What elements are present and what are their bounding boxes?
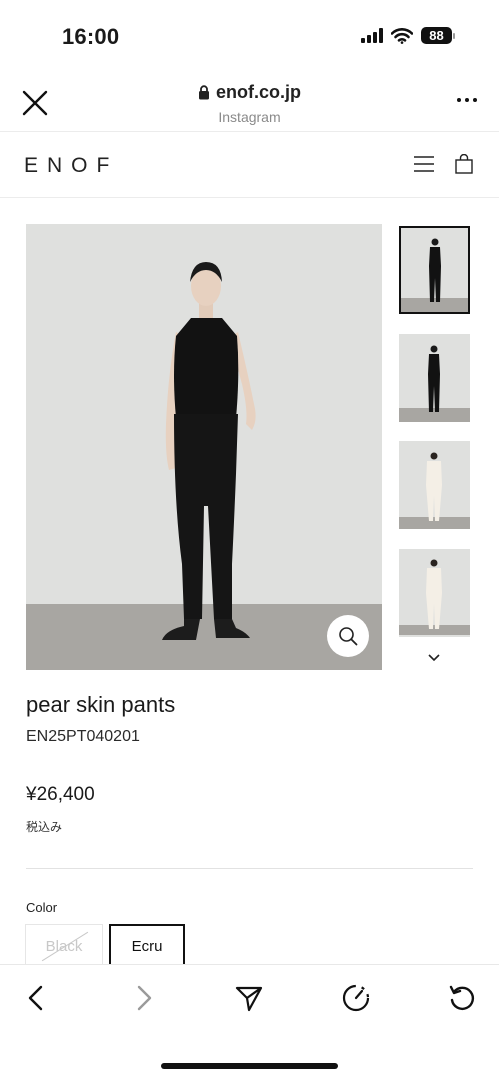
thumbnail-4[interactable]	[399, 549, 470, 637]
product-photo	[26, 224, 382, 670]
browser-header: enof.co.jp Instagram	[0, 72, 499, 132]
thumbnail-2[interactable]	[399, 334, 470, 422]
color-option-black[interactable]: Black	[25, 924, 103, 968]
more-icon[interactable]	[457, 98, 477, 102]
color-option-ecru[interactable]: Ecru	[109, 924, 185, 968]
tax-note: 税込み	[26, 820, 63, 834]
chevron-down-icon[interactable]	[426, 652, 442, 664]
color-option-label: Ecru	[131, 937, 163, 955]
divider	[26, 868, 473, 869]
color-label: Color	[26, 900, 58, 915]
forward-icon[interactable]	[128, 983, 158, 1013]
reload-icon[interactable]	[447, 983, 477, 1013]
menu-icon[interactable]	[414, 156, 434, 172]
lock-icon	[199, 85, 209, 100]
product-price: ¥26,400	[26, 784, 95, 805]
thumbnail-image	[399, 549, 470, 635]
bag-icon[interactable]	[455, 154, 473, 174]
battery-level: 88	[421, 27, 452, 44]
main-product-image[interactable]	[26, 224, 382, 670]
thumbnail-image	[399, 334, 470, 422]
thumbnail-3[interactable]	[399, 441, 470, 529]
back-icon[interactable]	[22, 983, 52, 1013]
battery-icon: 88	[421, 27, 455, 44]
color-option-label: Black	[45, 937, 83, 955]
url-source: Instagram	[218, 109, 281, 125]
zoom-button[interactable]	[327, 615, 369, 657]
url-block[interactable]: enof.co.jp Instagram	[0, 82, 499, 125]
thumbnail-image	[399, 441, 470, 529]
status-icons: 88	[361, 27, 455, 44]
site-header: ENOF	[0, 132, 499, 198]
url-text: enof.co.jp	[216, 82, 301, 102]
speed-icon[interactable]	[341, 983, 371, 1013]
status-bar: 16:00 88	[0, 0, 499, 72]
site-logo[interactable]: ENOF	[24, 154, 118, 178]
thumbnail-1[interactable]	[399, 226, 470, 314]
status-time: 16:00	[62, 24, 120, 49]
share-icon[interactable]	[234, 983, 264, 1013]
home-indicator[interactable]	[161, 1063, 338, 1069]
signal-icon	[361, 28, 383, 43]
product-name: pear skin pants	[26, 692, 176, 717]
product-code: EN25PT040201	[26, 728, 140, 745]
wifi-icon	[391, 27, 413, 44]
url-line: enof.co.jp	[0, 82, 499, 103]
zoom-icon	[339, 627, 358, 646]
thumbnail-image	[401, 228, 468, 312]
